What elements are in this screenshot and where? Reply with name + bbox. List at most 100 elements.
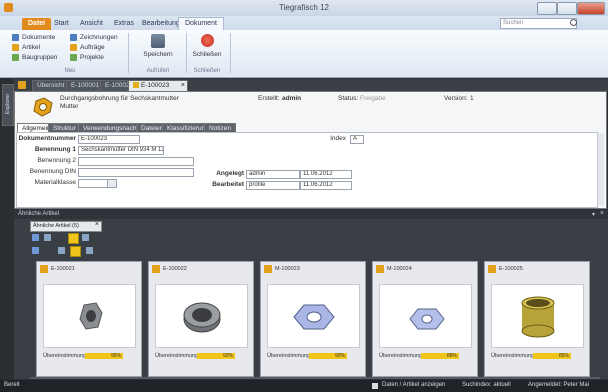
card-title: M-100023	[275, 266, 300, 272]
field-benennung1[interactable]: Sechskantmutter DIN 934 M 12	[78, 146, 164, 155]
materialklasse-dropdown-button[interactable]	[107, 179, 117, 188]
project-icon	[70, 54, 77, 61]
card-nut-icon	[40, 265, 48, 273]
new-assembly-label: Baugruppen	[22, 54, 58, 61]
card-match-value: 92%	[197, 353, 235, 359]
index-label: Index	[330, 135, 346, 142]
similar-panel-header: Ähnliche Artikel ▾ ×	[14, 210, 608, 219]
compare-icon[interactable]	[70, 246, 81, 257]
ribbon-separator	[128, 33, 129, 73]
tab-datei[interactable]: Datei	[22, 18, 52, 30]
side-tab-label: Explorer	[5, 93, 11, 115]
card-nut-icon	[264, 265, 272, 273]
similar-tab-close-icon[interactable]: ×	[95, 221, 99, 228]
sort-icon[interactable]	[58, 247, 65, 254]
grid-icon[interactable]	[44, 234, 51, 241]
search-input[interactable]: Suchen	[500, 18, 577, 29]
version-value: 1	[470, 95, 474, 102]
status-value: Freigabe	[360, 95, 386, 102]
new-order-label: Aufträge	[80, 44, 105, 51]
save-button-label: Speichern	[143, 51, 173, 58]
side-tab-explorer[interactable]: Explorer	[2, 84, 14, 126]
field-benennung-din[interactable]	[78, 168, 194, 177]
similar-card[interactable]: E-100022 Übereinstimmung 92%	[148, 261, 254, 377]
panel-pin-icon[interactable]: ▾	[592, 211, 595, 218]
close-button[interactable]	[577, 2, 605, 15]
maximize-button[interactable]	[557, 2, 577, 15]
card-match-label: Übereinstimmung	[267, 353, 311, 359]
search-icon[interactable]	[570, 19, 577, 26]
status-label: Status:	[338, 95, 359, 102]
created-user-field[interactable]: admin	[246, 170, 300, 179]
card-preview	[379, 284, 472, 348]
ribbon-separator	[230, 33, 231, 73]
creator-label: Erstellt:	[258, 95, 280, 102]
status-right2: Angemeldet: Peter Mai	[528, 382, 590, 388]
similar-panel-title: Ähnliche Artikel	[18, 211, 60, 217]
similar-tab[interactable]: Ähnliche Artikel (5) ×	[30, 221, 102, 232]
card-match-value: 90%	[309, 353, 347, 359]
index-field[interactable]: A	[350, 135, 364, 144]
card-match-label: Übereinstimmung	[155, 353, 199, 359]
status-mid: Daten / Artikel anzeigen	[382, 382, 446, 388]
similar-card[interactable]: M-100024 Übereinstimmung 88%	[372, 261, 478, 377]
close-document-label: Schließen	[192, 51, 222, 58]
tab-ansicht[interactable]: Ansicht	[74, 18, 109, 30]
similar-card[interactable]: M-100023 Übereinstimmung 90%	[260, 261, 366, 377]
view-icon[interactable]	[32, 234, 39, 241]
article-icon	[12, 44, 19, 51]
status-icon	[372, 383, 378, 389]
card-match-value: 85%	[533, 353, 571, 359]
ribbon-group-neu: Dokumente Artikel Baugruppen Zeichnungen…	[6, 34, 124, 66]
status-right1: Suchindex: aktuell	[462, 382, 511, 388]
minimize-button[interactable]	[537, 2, 557, 15]
card-match-label: Übereinstimmung	[491, 353, 535, 359]
cards-scrollbar[interactable]	[30, 377, 600, 379]
card-preview	[155, 284, 248, 348]
created-label: Angelegt	[216, 170, 244, 177]
new-article-label: Artikel	[22, 44, 41, 51]
ribbon-group-label-schliessen: Schließen	[193, 68, 221, 74]
refresh-icon[interactable]	[86, 247, 93, 254]
card-preview	[267, 284, 360, 348]
field-label-dokumentnummer: Dokumentnummer	[18, 135, 76, 142]
card-match-label: Übereinstimmung	[379, 353, 423, 359]
order-icon	[70, 44, 77, 51]
document-icon	[12, 34, 19, 41]
header-line2: Mutter	[60, 103, 79, 110]
field-label-benennung-din: Benennung DIN	[29, 168, 76, 175]
filter-icon[interactable]	[82, 234, 89, 241]
close-document-button[interactable]: Schließen	[190, 34, 224, 64]
save-icon	[151, 34, 165, 48]
edited-user-field[interactable]: profile	[246, 181, 300, 190]
assembly-icon	[12, 54, 19, 61]
created-date-field[interactable]: 11.06.2012	[300, 170, 352, 179]
field-dokumentnummer[interactable]: E-100023	[78, 135, 140, 144]
tab-dokument[interactable]: Dokument	[178, 17, 224, 30]
panel-close-icon[interactable]: ×	[600, 210, 604, 217]
field-label-benennung2: Benennung 2	[37, 157, 76, 164]
close-document-icon	[201, 34, 214, 47]
field-label-benennung1: Benennung 1	[34, 146, 76, 153]
creator-value: admin	[282, 95, 302, 102]
zoom-icon[interactable]	[32, 247, 39, 254]
ribbon-group-label-neu: Neu	[64, 68, 76, 74]
similar-card[interactable]: E-100021 Übereinstimmung 95%	[36, 261, 142, 377]
form-scrollbar[interactable]	[597, 133, 604, 205]
highlight-icon[interactable]	[68, 233, 79, 244]
ribbon-separator	[186, 33, 187, 73]
title-bar: Tiegrafisch 12	[0, 0, 608, 17]
nut-icon	[133, 82, 139, 89]
home-icon[interactable]	[18, 81, 26, 89]
field-benennung2[interactable]	[78, 157, 194, 166]
tab-start[interactable]: Start	[48, 18, 75, 30]
window-title: Tiegrafisch 12	[279, 3, 329, 12]
tab-close-icon[interactable]: ×	[181, 81, 185, 91]
doc-tab-label: E-100023	[141, 82, 170, 89]
save-button[interactable]: Speichern	[140, 34, 176, 64]
similar-card[interactable]: E-100025 Übereinstimmung 85%	[484, 261, 590, 377]
field-materialklasse[interactable]	[78, 179, 108, 188]
edited-date-field[interactable]: 11.06.2012	[300, 181, 352, 190]
similar-toolbar-2	[30, 246, 110, 257]
similar-tab-label: Ähnliche Artikel (5)	[33, 223, 79, 229]
